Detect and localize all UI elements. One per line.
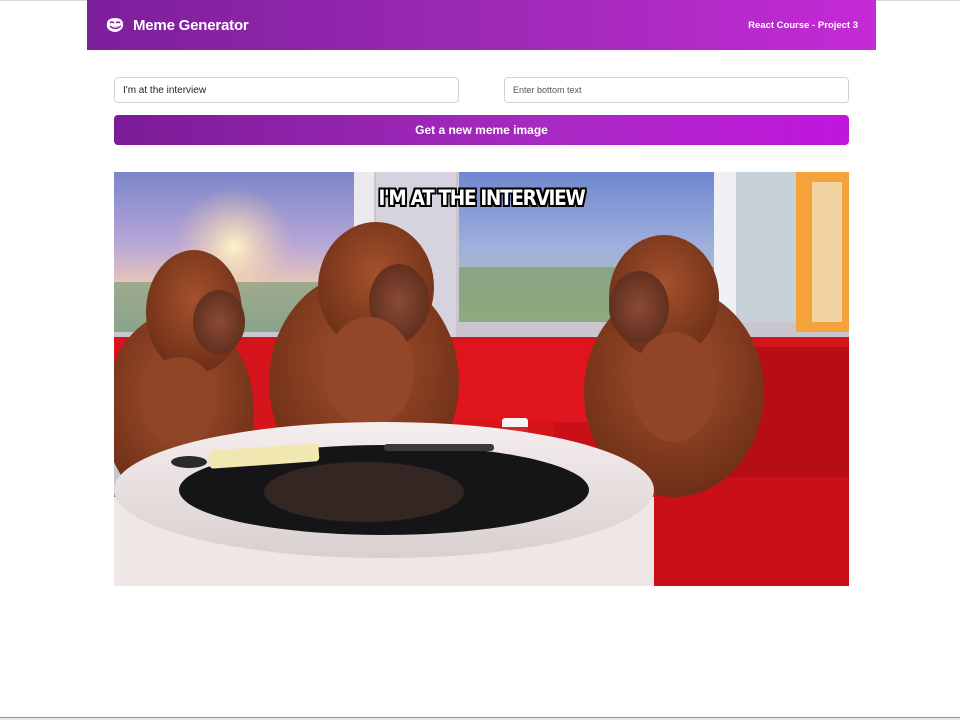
meme-image-container: I'M AT THE INTERVIEW — [114, 172, 849, 586]
caption-inputs — [114, 77, 849, 103]
app-header: Meme Generator React Course - Project 3 — [87, 0, 876, 50]
bottom-text-input[interactable] — [504, 77, 849, 103]
app-title: Meme Generator — [133, 16, 249, 34]
get-new-meme-button[interactable]: Get a new meme image — [114, 115, 849, 145]
course-label: React Course - Project 3 — [748, 19, 858, 31]
top-text-input[interactable] — [114, 77, 459, 103]
meme-generator-app: Meme Generator React Course - Project 3 … — [87, 0, 876, 718]
meme-top-caption: I'M AT THE INTERVIEW — [378, 186, 585, 210]
meme-image — [114, 172, 849, 586]
brand: Meme Generator — [105, 17, 249, 34]
meme-form: Get a new meme image — [114, 77, 849, 145]
troll-face-icon — [106, 18, 124, 32]
